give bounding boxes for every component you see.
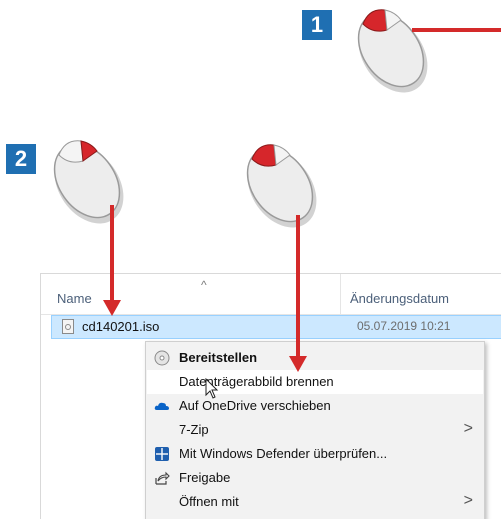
arrowhead-down-icon-2 [289, 356, 307, 372]
arrowhead-down-icon [103, 300, 121, 316]
instruction-arrows [103, 28, 501, 372]
